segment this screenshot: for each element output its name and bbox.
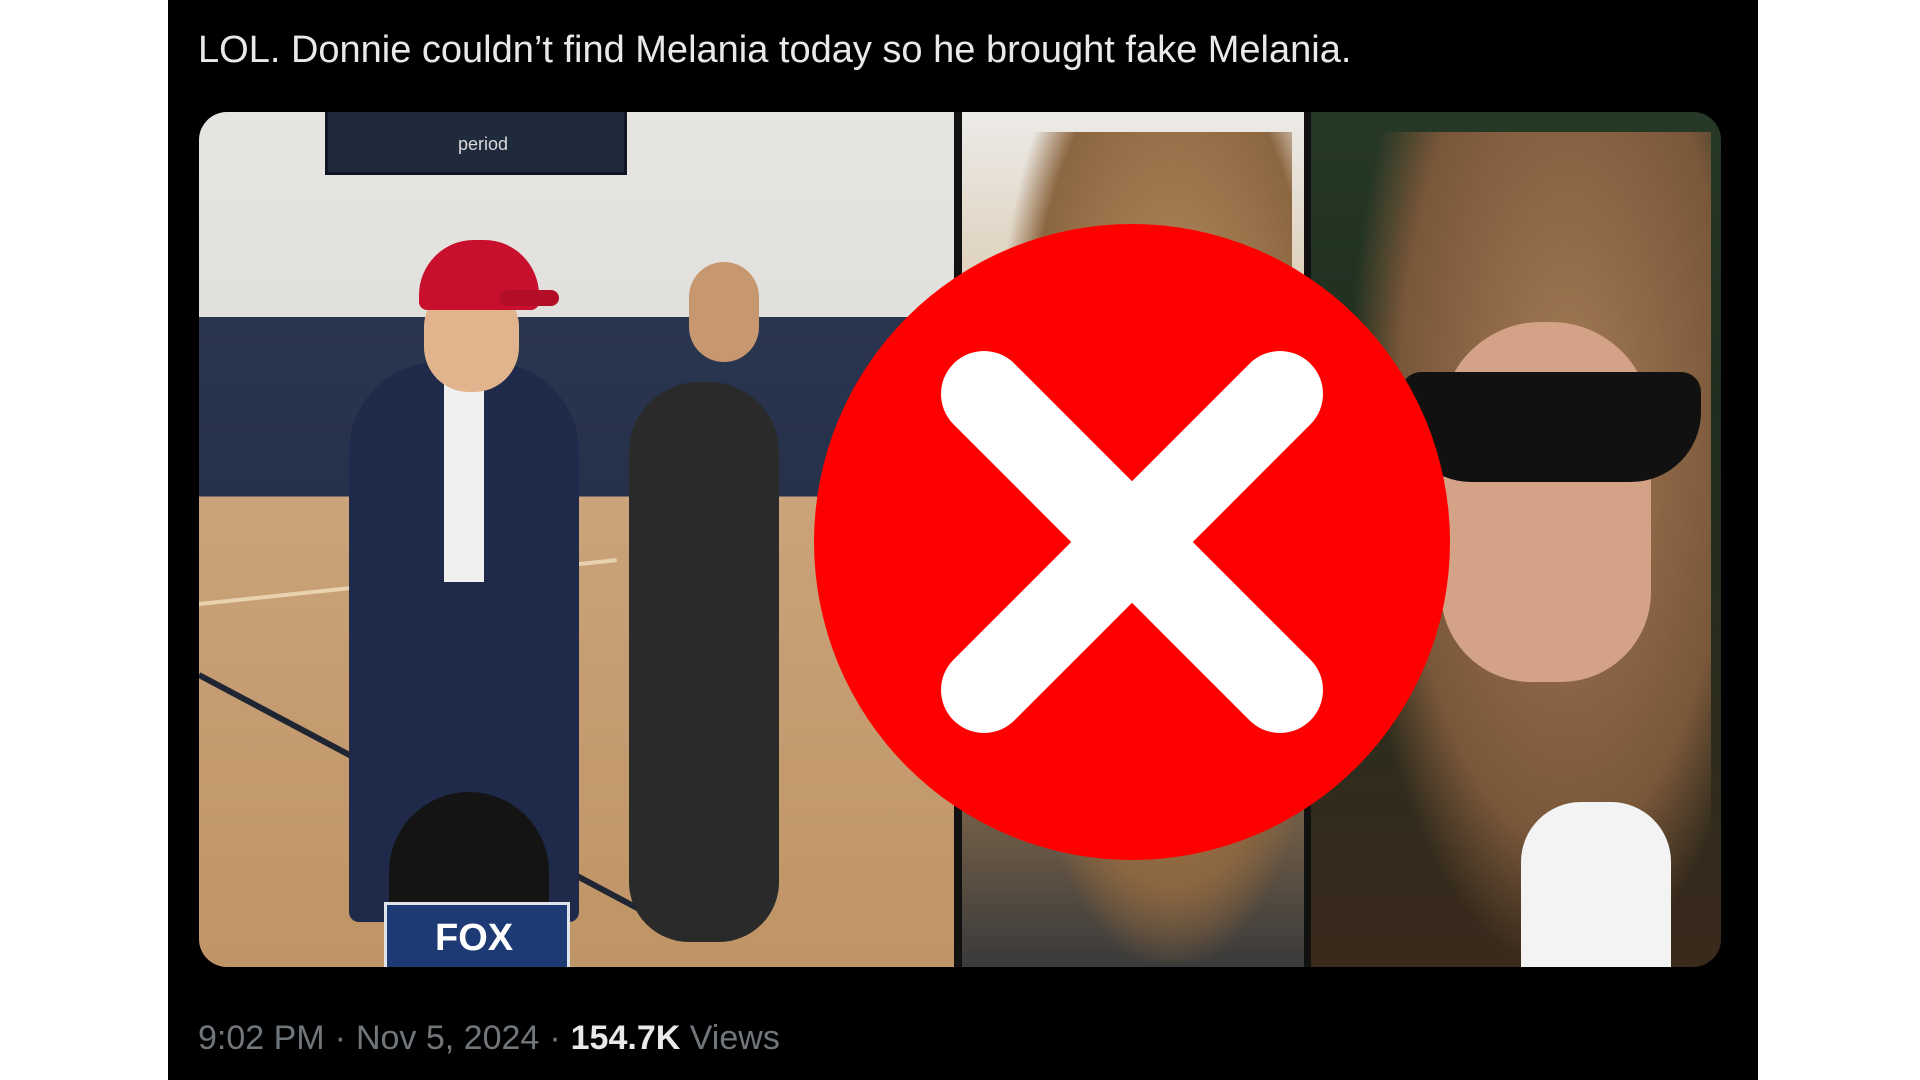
red-circle-x-icon [814, 224, 1450, 860]
tweet-date[interactable]: Nov 5, 2024 [356, 1019, 539, 1057]
canvas: LOL. Donnie couldn’t find Melania today … [0, 0, 1920, 1080]
tweet-time[interactable]: 9:02 PM [198, 1019, 325, 1057]
scoreboard-text: period [458, 134, 509, 154]
tweet-text: LOL. Donnie couldn’t find Melania today … [198, 29, 1352, 71]
woman-head [689, 262, 759, 362]
tweet-card: LOL. Donnie couldn’t find Melania today … [168, 0, 1758, 1080]
separator: · [549, 1019, 561, 1057]
mic-flag: FOX [384, 902, 570, 967]
red-cap-brim [499, 290, 559, 306]
tweet-meta: 9:02 PM · Nov 5, 2024 · 154.7K Views [198, 1016, 780, 1060]
views-label: Views [689, 1019, 780, 1057]
woman-in-dress [629, 382, 779, 942]
scoreboard: period [325, 112, 627, 175]
white-top [1521, 802, 1671, 967]
mic-logo: FOX [435, 917, 514, 959]
separator: · [334, 1019, 346, 1057]
views-count: 154.7K [570, 1019, 681, 1057]
shirt [444, 382, 484, 582]
